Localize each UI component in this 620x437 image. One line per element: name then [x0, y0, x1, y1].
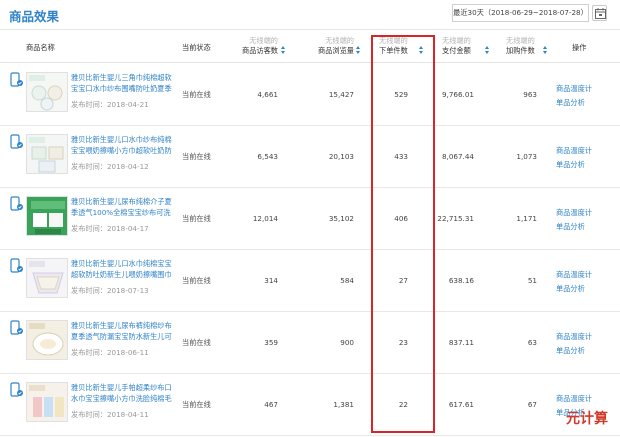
column-product: 商品名称: [26, 43, 55, 52]
status-text: 当前在线: [182, 152, 211, 161]
column-cart-sub: 无线端的: [506, 36, 535, 45]
publish-date: 发布时间：2018-07-13: [71, 286, 149, 295]
product-name-link[interactable]: 雅贝比新生婴儿尿布纯棉介子夏季透气100%全棉宝宝纱布可洗: [71, 197, 177, 218]
pageviews-value: 900: [340, 338, 354, 347]
publish-date: 发布时间：2018-04-17: [71, 224, 149, 233]
cart-value: 1,171: [516, 214, 537, 223]
mobile-icon: [10, 258, 23, 273]
product-name-link[interactable]: 雅贝比新生婴儿尿布裤纯棉纱布夏季透气防漏宝宝防水新生儿可洗隔: [71, 321, 177, 342]
product-name-link[interactable]: 雅贝比新生婴儿三角巾纯棉超软宝宝口水巾纱布围嘴防吐奶夏季: [71, 73, 177, 94]
column-pageviews-main: 商品浏览量: [318, 46, 354, 55]
product-thumbnail[interactable]: [26, 320, 68, 360]
payment-value: 617.61: [448, 400, 474, 409]
temperature-link[interactable]: 商品温度计: [556, 146, 592, 156]
sort-icon[interactable]: [281, 46, 286, 55]
product-name-link[interactable]: 雅贝比新生婴儿口水巾纯棉宝宝超软防吐奶新生儿喂奶擦嘴围巾: [71, 259, 177, 280]
product-thumbnail[interactable]: [26, 258, 68, 298]
header: 商品效果 最近30天（2018-06-29~2018-07-28）: [0, 0, 620, 30]
analysis-link[interactable]: 单品分析: [556, 284, 585, 294]
column-payment-main: 支付金额: [442, 46, 471, 55]
mobile-icon: [10, 196, 23, 211]
pageviews-value: 35,102: [328, 214, 354, 223]
column-status: 当前状态: [182, 43, 211, 52]
pageviews-value: 15,427: [328, 90, 354, 99]
watermark-text: 元计算: [566, 411, 608, 427]
sort-icon[interactable]: [485, 46, 490, 55]
table-row: 雅贝比新生婴儿口水巾纱布纯棉宝宝喂奶擦嘴小方巾超软吐奶防 发布时间：2018-0…: [0, 126, 620, 188]
mobile-icon: [10, 72, 23, 87]
temperature-link[interactable]: 商品温度计: [556, 394, 592, 404]
column-cart-main: 加购件数: [506, 46, 535, 55]
temperature-link[interactable]: 商品温度计: [556, 270, 592, 280]
visitors-value: 6,543: [257, 152, 278, 161]
status-text: 当前在线: [182, 214, 211, 223]
status-text: 当前在线: [182, 400, 211, 409]
visitors-value: 314: [264, 276, 278, 285]
calendar-button[interactable]: [592, 5, 607, 21]
temperature-link[interactable]: 商品温度计: [556, 208, 592, 218]
table-row: 雅贝比新生婴儿尿布裤纯棉纱布夏季透气防漏宝宝防水新生儿可洗隔 发布时间：2018…: [0, 312, 620, 374]
column-payment[interactable]: 无线端的 支付金额: [442, 36, 471, 56]
visitors-value: 359: [264, 338, 278, 347]
column-pageviews[interactable]: 无线端的 商品浏览量: [318, 36, 354, 56]
cart-value: 51: [527, 276, 537, 285]
temperature-link[interactable]: 商品温度计: [556, 332, 592, 342]
payment-value: 638.16: [448, 276, 474, 285]
product-thumbnail[interactable]: [26, 382, 68, 422]
cart-value: 1,073: [516, 152, 537, 161]
column-visitors-sub: 无线端的: [249, 36, 278, 45]
visitors-value: 4,661: [257, 90, 278, 99]
table-row: 雅贝比新生婴儿三角巾纯棉超软宝宝口水巾纱布围嘴防吐奶夏季 发布时间：2018-0…: [0, 64, 620, 126]
publish-date: 发布时间：2018-04-12: [71, 162, 149, 171]
publish-date: 发布时间：2018-06-11: [71, 348, 149, 357]
column-pageviews-sub: 无线端的: [325, 36, 354, 45]
status-text: 当前在线: [182, 338, 211, 347]
date-range-selector[interactable]: 最近30天（2018-06-29~2018-07-28）: [452, 4, 589, 22]
product-thumbnail[interactable]: [26, 196, 68, 236]
status-text: 当前在线: [182, 276, 211, 285]
mobile-icon: [10, 382, 23, 397]
table-header: 商品名称 当前状态 无线端的 商品访客数 无线端的 商品浏览量 无线端的 下单件…: [0, 31, 620, 63]
analysis-link[interactable]: 单品分析: [556, 98, 585, 108]
pageviews-value: 584: [340, 276, 354, 285]
product-thumbnail[interactable]: [26, 134, 68, 174]
column-visitors-main: 商品访客数: [242, 46, 278, 55]
highlight-box-orders: [371, 35, 435, 433]
product-name-link[interactable]: 雅贝比新生婴儿口水巾纱布纯棉宝宝喂奶擦嘴小方巾超软吐奶防: [71, 135, 177, 156]
product-name-link[interactable]: 雅贝比新生婴儿手帕超柔纱布口水巾宝宝擦嘴小方巾洗脸纯棉毛: [71, 383, 177, 404]
status-text: 当前在线: [182, 90, 211, 99]
payment-value: 837.11: [448, 338, 474, 347]
analysis-link[interactable]: 单品分析: [556, 222, 585, 232]
calendar-icon: [595, 8, 606, 19]
pageviews-value: 1,381: [333, 400, 354, 409]
product-thumbnail[interactable]: [26, 72, 68, 112]
cart-value: 963: [523, 90, 537, 99]
visitors-value: 467: [264, 400, 278, 409]
column-cart[interactable]: 无线端的 加购件数: [506, 36, 535, 56]
column-action: 操作: [572, 43, 587, 52]
analysis-link[interactable]: 单品分析: [556, 160, 585, 170]
cart-value: 63: [527, 338, 537, 347]
sort-icon[interactable]: [356, 46, 361, 55]
cart-value: 67: [527, 400, 537, 409]
table-row: 雅贝比新生婴儿尿布纯棉介子夏季透气100%全棉宝宝纱布可洗 发布时间：2018-…: [0, 188, 620, 250]
visitors-value: 12,014: [252, 214, 278, 223]
sort-icon[interactable]: [543, 46, 548, 55]
mobile-icon: [10, 320, 23, 335]
column-payment-sub: 无线端的: [442, 36, 471, 45]
publish-date: 发布时间：2018-04-11: [71, 410, 149, 419]
payment-value: 9,766.01: [441, 90, 474, 99]
analysis-link[interactable]: 单品分析: [556, 346, 585, 356]
mobile-icon: [10, 134, 23, 149]
pageviews-value: 20,103: [328, 152, 354, 161]
temperature-link[interactable]: 商品温度计: [556, 84, 592, 94]
table-row: 雅贝比新生婴儿口水巾纯棉宝宝超软防吐奶新生儿喂奶擦嘴围巾 发布时间：2018-0…: [0, 250, 620, 312]
payment-value: 22,715.31: [437, 214, 474, 223]
payment-value: 8,067.44: [441, 152, 474, 161]
publish-date: 发布时间：2018-04-21: [71, 100, 149, 109]
column-visitors[interactable]: 无线端的 商品访客数: [242, 36, 278, 56]
page-title: 商品效果: [9, 9, 60, 24]
table-row: 雅贝比新生婴儿手帕超柔纱布口水巾宝宝擦嘴小方巾洗脸纯棉毛 发布时间：2018-0…: [0, 374, 620, 436]
